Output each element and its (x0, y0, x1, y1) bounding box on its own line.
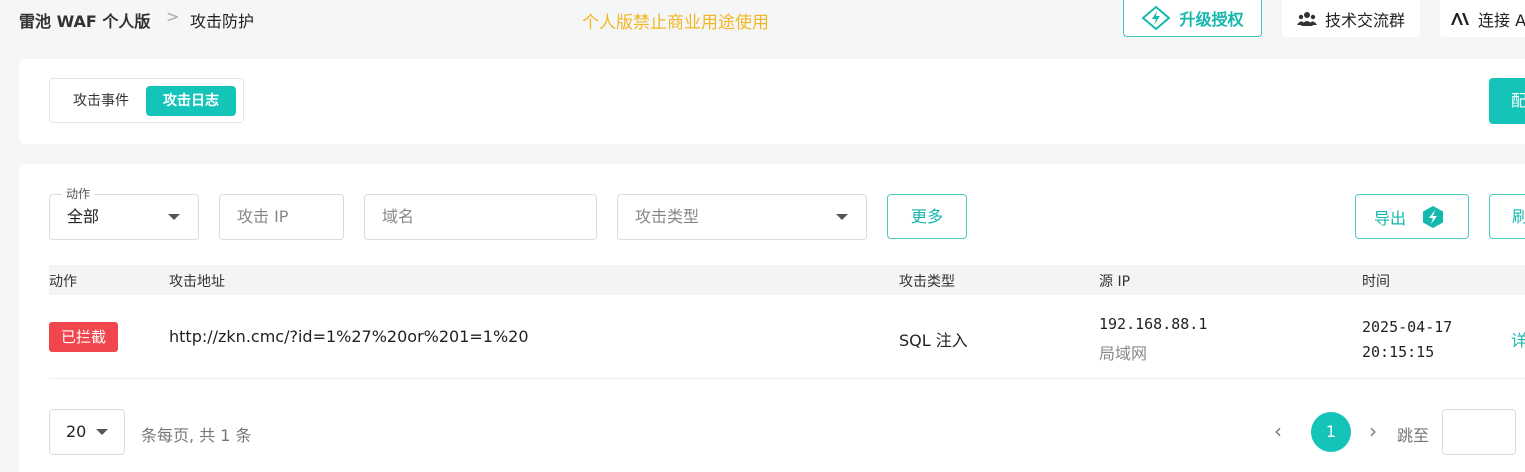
view-switcher: 攻击事件 攻击日志 (49, 78, 244, 123)
action-select-label: 动作 (62, 186, 95, 202)
caret-down-icon (168, 214, 180, 220)
lightning-diamond-icon (1141, 5, 1172, 31)
ai-logo-icon (1451, 12, 1469, 25)
action-select-value: 全部 (67, 207, 100, 226)
pagination: 20 条每页, 共 1 条 ‹ 1 › 跳至 (49, 409, 1525, 455)
upgrade-license-button[interactable]: 升级授权 (1123, 0, 1262, 37)
config-button[interactable]: 配 (1489, 78, 1525, 124)
refresh-button[interactable]: 刷 (1489, 194, 1525, 239)
attack-type: SQL 注入 (899, 331, 968, 350)
detail-link[interactable]: 详 (1511, 327, 1525, 351)
page-summary: 条每页, 共 1 条 (141, 426, 252, 445)
breadcrumb-root[interactable]: 雷池 WAF 个人版 (19, 8, 150, 32)
col-action: 动作 (49, 274, 77, 290)
users-icon (1296, 11, 1317, 26)
chevron-right-icon[interactable]: › (1369, 419, 1377, 443)
attack-time: 2025-04-17 20:15:15 (1362, 318, 1453, 361)
caret-down-icon (836, 214, 848, 220)
export-label: 导出 (1374, 208, 1407, 228)
page-size-select[interactable]: 20 (49, 409, 125, 455)
col-time: 时间 (1362, 274, 1390, 290)
attack-type-select[interactable]: 攻击类型 (617, 194, 867, 240)
connect-ai-label: 连接 A (1478, 10, 1525, 30)
export-hex-icon (1423, 205, 1444, 228)
tech-group-button[interactable]: 技术交流群 (1282, 0, 1420, 37)
source-location: 局域网 (1099, 344, 1148, 363)
top-header: 雷池 WAF 个人版 > 攻击防护 个人版禁止商业用途使用 升级授权 技术交流群… (0, 0, 1525, 40)
jump-to-input[interactable] (1442, 409, 1516, 455)
connect-ai-button[interactable]: 连接 A (1440, 0, 1525, 37)
breadcrumb-current: 攻击防护 (190, 12, 255, 31)
breadcrumb-separator: > (166, 7, 180, 26)
tech-group-label: 技术交流群 (1324, 10, 1405, 30)
page-1-button[interactable]: 1 (1311, 412, 1351, 452)
log-card: 动作 全部 攻击 IP 域名 攻击类型 更多 导出 刷 动作 攻击地址 攻击类型… (19, 164, 1525, 472)
chevron-left-icon[interactable]: ‹ (1274, 419, 1282, 443)
page-size-value: 20 (66, 422, 87, 441)
col-src-ip: 源 IP (1099, 274, 1131, 290)
caret-down-icon (96, 429, 108, 435)
domain-input[interactable]: 域名 (364, 194, 597, 240)
jump-to-label: 跳至 (1397, 426, 1430, 445)
attack-url: http://zkn.cmc/?id=1%27%20or%201=1%20 (169, 327, 529, 346)
upgrade-license-label: 升级授权 (1179, 10, 1244, 29)
action-select[interactable]: 动作 全部 (49, 186, 199, 240)
table-header: 动作 攻击地址 攻击类型 源 IP 时间 (49, 265, 1525, 295)
col-type: 攻击类型 (899, 274, 955, 290)
commercial-use-warning: 个人版禁止商业用途使用 (582, 13, 769, 33)
attack-ip-input[interactable]: 攻击 IP (219, 194, 344, 240)
source-ip: 192.168.88.1 (1099, 315, 1208, 333)
tab-attack-events[interactable]: 攻击事件 (56, 86, 146, 116)
attack-type-placeholder: 攻击类型 (635, 207, 700, 226)
tab-card: 攻击事件 攻击日志 配 (19, 59, 1525, 144)
col-url: 攻击地址 (169, 274, 225, 290)
more-filters-button[interactable]: 更多 (887, 194, 967, 239)
status-badge: 已拦截 (49, 322, 118, 352)
table-row: 已拦截 http://zkn.cmc/?id=1%27%20or%201=1%2… (49, 295, 1525, 379)
export-button[interactable]: 导出 (1355, 194, 1469, 239)
tab-attack-logs[interactable]: 攻击日志 (146, 86, 236, 116)
